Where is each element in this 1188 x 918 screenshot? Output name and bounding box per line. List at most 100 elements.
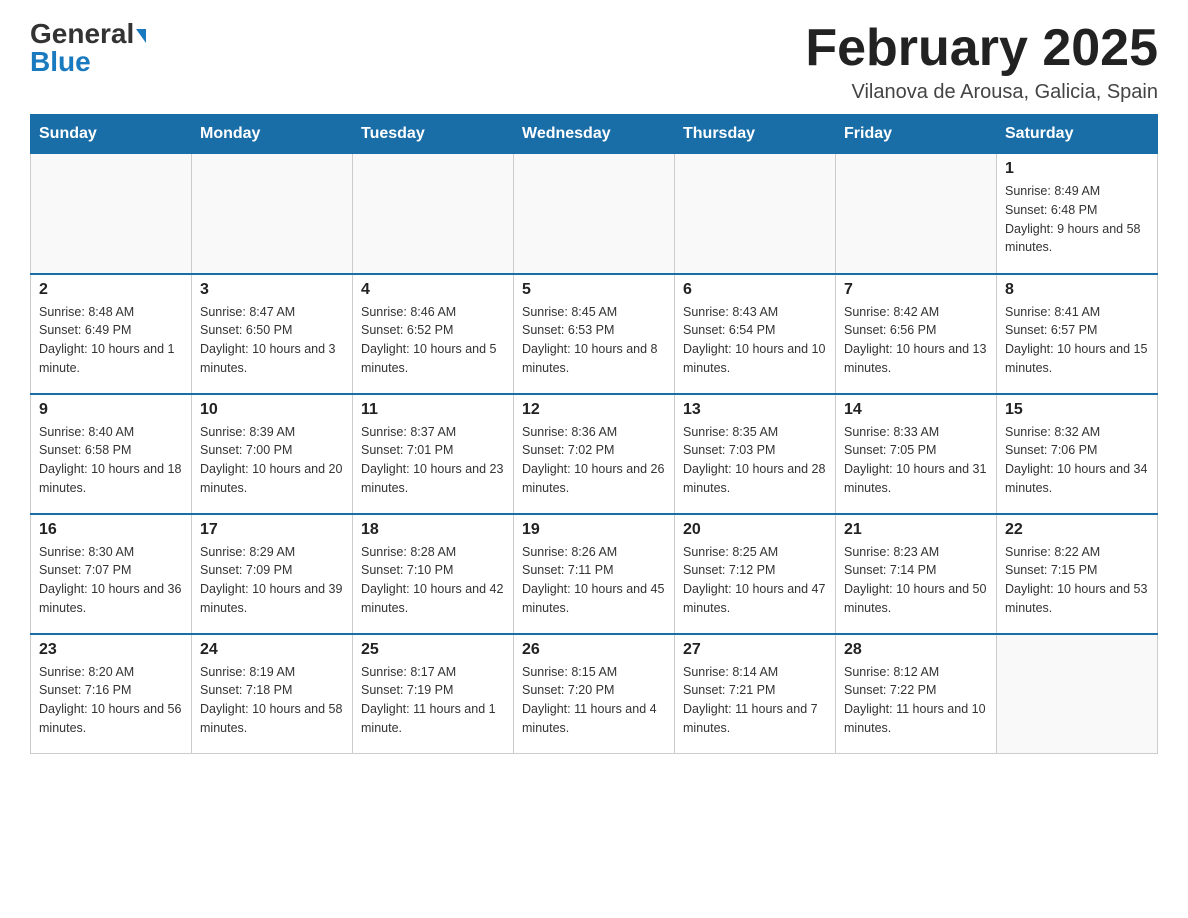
day-number: 22	[1005, 521, 1149, 539]
weekday-sunday: Sunday	[31, 115, 192, 154]
calendar-cell: 7 Sunrise: 8:42 AM Sunset: 6:56 PM Daylig…	[836, 274, 997, 394]
day-number: 17	[200, 521, 344, 539]
day-number: 12	[522, 401, 666, 419]
day-info: Sunrise: 8:23 AM Sunset: 7:14 PM Dayligh…	[844, 543, 988, 618]
day-info: Sunrise: 8:17 AM Sunset: 7:19 PM Dayligh…	[361, 663, 505, 738]
calendar-cell: 28 Sunrise: 8:12 AM Sunset: 7:22 PM Dayli…	[836, 634, 997, 754]
calendar-cell	[997, 634, 1158, 754]
day-info: Sunrise: 8:32 AM Sunset: 7:06 PM Dayligh…	[1005, 423, 1149, 498]
day-info: Sunrise: 8:15 AM Sunset: 7:20 PM Dayligh…	[522, 663, 666, 738]
day-info: Sunrise: 8:14 AM Sunset: 7:21 PM Dayligh…	[683, 663, 827, 738]
calendar-title: February 2025	[805, 20, 1158, 77]
title-block: February 2025 Vilanova de Arousa, Galici…	[805, 20, 1158, 104]
day-number: 27	[683, 641, 827, 659]
day-number: 7	[844, 281, 988, 299]
day-info: Sunrise: 8:39 AM Sunset: 7:00 PM Dayligh…	[200, 423, 344, 498]
calendar-cell	[353, 154, 514, 274]
calendar-header: SundayMondayTuesdayWednesdayThursdayFrid…	[31, 115, 1158, 154]
day-info: Sunrise: 8:48 AM Sunset: 6:49 PM Dayligh…	[39, 303, 183, 378]
calendar-cell: 8 Sunrise: 8:41 AM Sunset: 6:57 PM Daylig…	[997, 274, 1158, 394]
calendar-week-3: 9 Sunrise: 8:40 AM Sunset: 6:58 PM Daylig…	[31, 394, 1158, 514]
logo-blue: Blue	[30, 48, 91, 76]
day-info: Sunrise: 8:25 AM Sunset: 7:12 PM Dayligh…	[683, 543, 827, 618]
calendar-cell: 6 Sunrise: 8:43 AM Sunset: 6:54 PM Daylig…	[675, 274, 836, 394]
calendar-week-5: 23 Sunrise: 8:20 AM Sunset: 7:16 PM Dayli…	[31, 634, 1158, 754]
day-number: 19	[522, 521, 666, 539]
calendar-cell: 5Sunrise: 8:45 AM Sunset: 6:53 PM Daylig…	[514, 274, 675, 394]
calendar-cell: 18 Sunrise: 8:28 AM Sunset: 7:10 PM Dayli…	[353, 514, 514, 634]
calendar-body: 1 Sunrise: 8:49 AM Sunset: 6:48 PM Daylig…	[31, 154, 1158, 754]
weekday-saturday: Saturday	[997, 115, 1158, 154]
day-number: 14	[844, 401, 988, 419]
day-info: Sunrise: 8:30 AM Sunset: 7:07 PM Dayligh…	[39, 543, 183, 618]
calendar-cell	[31, 154, 192, 274]
day-info: Sunrise: 8:42 AM Sunset: 6:56 PM Dayligh…	[844, 303, 988, 378]
day-info: Sunrise: 8:47 AM Sunset: 6:50 PM Dayligh…	[200, 303, 344, 378]
calendar-cell: 1 Sunrise: 8:49 AM Sunset: 6:48 PM Daylig…	[997, 154, 1158, 274]
day-number: 21	[844, 521, 988, 539]
day-info: Sunrise: 8:41 AM Sunset: 6:57 PM Dayligh…	[1005, 303, 1149, 378]
day-number: 4	[361, 281, 505, 299]
day-info: Sunrise: 8:20 AM Sunset: 7:16 PM Dayligh…	[39, 663, 183, 738]
calendar-cell: 2 Sunrise: 8:48 AM Sunset: 6:49 PM Daylig…	[31, 274, 192, 394]
weekday-tuesday: Tuesday	[353, 115, 514, 154]
calendar-table: SundayMondayTuesdayWednesdayThursdayFrid…	[30, 114, 1158, 754]
day-number: 28	[844, 641, 988, 659]
day-info: Sunrise: 8:12 AM Sunset: 7:22 PM Dayligh…	[844, 663, 988, 738]
calendar-week-4: 16 Sunrise: 8:30 AM Sunset: 7:07 PM Dayli…	[31, 514, 1158, 634]
calendar-cell: 3 Sunrise: 8:47 AM Sunset: 6:50 PM Daylig…	[192, 274, 353, 394]
calendar-cell: 12 Sunrise: 8:36 AM Sunset: 7:02 PM Dayli…	[514, 394, 675, 514]
day-number: 20	[683, 521, 827, 539]
day-info: Sunrise: 8:36 AM Sunset: 7:02 PM Dayligh…	[522, 423, 666, 498]
day-info: Sunrise: 8:26 AM Sunset: 7:11 PM Dayligh…	[522, 543, 666, 618]
day-number: 24	[200, 641, 344, 659]
calendar-cell	[514, 154, 675, 274]
calendar-cell: 9 Sunrise: 8:40 AM Sunset: 6:58 PM Daylig…	[31, 394, 192, 514]
calendar-cell: 24 Sunrise: 8:19 AM Sunset: 7:18 PM Dayli…	[192, 634, 353, 754]
calendar-cell: 25 Sunrise: 8:17 AM Sunset: 7:19 PM Dayli…	[353, 634, 514, 754]
calendar-cell: 13Sunrise: 8:35 AM Sunset: 7:03 PM Dayli…	[675, 394, 836, 514]
calendar-cell: 10 Sunrise: 8:39 AM Sunset: 7:00 PM Dayli…	[192, 394, 353, 514]
page-header: General Blue February 2025 Vilanova de A…	[30, 20, 1158, 104]
day-number: 6	[683, 281, 827, 299]
calendar-cell: 14 Sunrise: 8:33 AM Sunset: 7:05 PM Dayli…	[836, 394, 997, 514]
day-number: 16	[39, 521, 183, 539]
day-number: 10	[200, 401, 344, 419]
day-info: Sunrise: 8:45 AM Sunset: 6:53 PM Dayligh…	[522, 303, 666, 378]
day-info: Sunrise: 8:28 AM Sunset: 7:10 PM Dayligh…	[361, 543, 505, 618]
calendar-cell: 23 Sunrise: 8:20 AM Sunset: 7:16 PM Dayli…	[31, 634, 192, 754]
day-info: Sunrise: 8:33 AM Sunset: 7:05 PM Dayligh…	[844, 423, 988, 498]
day-info: Sunrise: 8:29 AM Sunset: 7:09 PM Dayligh…	[200, 543, 344, 618]
day-info: Sunrise: 8:35 AM Sunset: 7:03 PM Dayligh…	[683, 423, 827, 498]
weekday-thursday: Thursday	[675, 115, 836, 154]
day-number: 15	[1005, 401, 1149, 419]
day-number: 9	[39, 401, 183, 419]
calendar-week-1: 1 Sunrise: 8:49 AM Sunset: 6:48 PM Daylig…	[31, 154, 1158, 274]
day-number: 1	[1005, 160, 1149, 178]
day-info: Sunrise: 8:19 AM Sunset: 7:18 PM Dayligh…	[200, 663, 344, 738]
calendar-cell	[675, 154, 836, 274]
day-info: Sunrise: 8:22 AM Sunset: 7:15 PM Dayligh…	[1005, 543, 1149, 618]
calendar-cell: 22 Sunrise: 8:22 AM Sunset: 7:15 PM Dayli…	[997, 514, 1158, 634]
calendar-cell: 15 Sunrise: 8:32 AM Sunset: 7:06 PM Dayli…	[997, 394, 1158, 514]
day-number: 25	[361, 641, 505, 659]
calendar-cell	[836, 154, 997, 274]
day-number: 2	[39, 281, 183, 299]
calendar-cell: 16 Sunrise: 8:30 AM Sunset: 7:07 PM Dayli…	[31, 514, 192, 634]
day-info: Sunrise: 8:46 AM Sunset: 6:52 PM Dayligh…	[361, 303, 505, 378]
day-info: Sunrise: 8:40 AM Sunset: 6:58 PM Dayligh…	[39, 423, 183, 498]
calendar-cell: 17 Sunrise: 8:29 AM Sunset: 7:09 PM Dayli…	[192, 514, 353, 634]
calendar-cell	[192, 154, 353, 274]
day-number: 3	[200, 281, 344, 299]
day-number: 18	[361, 521, 505, 539]
day-number: 23	[39, 641, 183, 659]
day-number: 11	[361, 401, 505, 419]
day-info: Sunrise: 8:43 AM Sunset: 6:54 PM Dayligh…	[683, 303, 827, 378]
weekday-wednesday: Wednesday	[514, 115, 675, 154]
day-info: Sunrise: 8:49 AM Sunset: 6:48 PM Dayligh…	[1005, 182, 1149, 257]
day-number: 8	[1005, 281, 1149, 299]
calendar-cell: 27 Sunrise: 8:14 AM Sunset: 7:21 PM Dayli…	[675, 634, 836, 754]
weekday-header-row: SundayMondayTuesdayWednesdayThursdayFrid…	[31, 115, 1158, 154]
calendar-cell: 19 Sunrise: 8:26 AM Sunset: 7:11 PM Dayli…	[514, 514, 675, 634]
logo: General Blue	[30, 20, 146, 76]
